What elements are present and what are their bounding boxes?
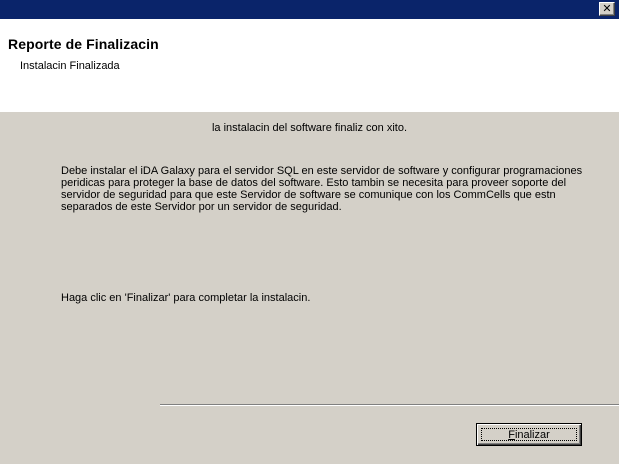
finish-label-rest: inalizar — [514, 428, 550, 441]
finish-button[interactable]: Finalizar — [476, 423, 582, 446]
finish-accelerator: F — [508, 428, 515, 441]
page-subtitle: Instalacin Finalizada — [20, 60, 120, 72]
close-button[interactable]: ✕ — [599, 2, 615, 16]
page-title: Reporte de Finalizacin — [8, 36, 159, 52]
header-divider — [0, 111, 619, 112]
title-bar[interactable]: ✕ — [0, 0, 619, 19]
instruction-text: Haga clic en 'Finalizar' para completar … — [61, 292, 311, 304]
header-panel: Reporte de Finalizacin Instalacin Finali… — [0, 19, 619, 112]
button-area-divider-highlight — [160, 405, 619, 406]
finish-button-label: Finalizar — [481, 428, 577, 441]
close-icon: ✕ — [602, 2, 612, 15]
completion-message: la instalacin del software finaliz con x… — [211, 122, 408, 134]
info-paragraph: Debe instalar el iDA Galaxy para el serv… — [61, 165, 583, 213]
